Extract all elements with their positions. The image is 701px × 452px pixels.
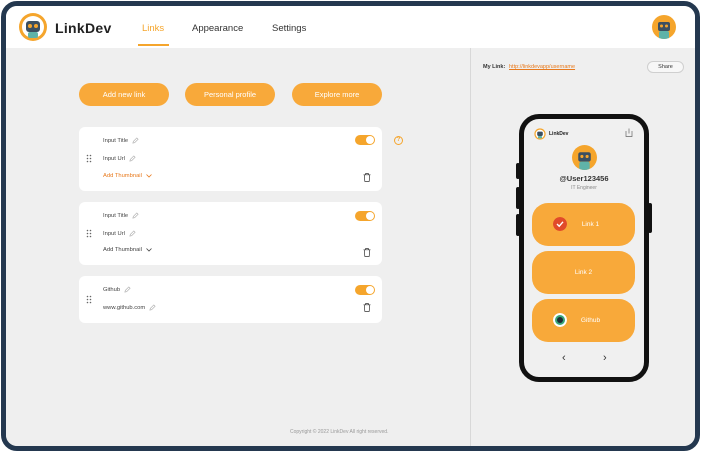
link-url-field[interactable]: Input Url [103, 230, 136, 237]
link-enabled-toggle[interactable] [355, 135, 375, 145]
active-tab-indicator [138, 44, 169, 46]
link-url-text: www.github.com [103, 304, 146, 311]
link-url-field[interactable]: www.github.com [103, 304, 156, 311]
pencil-icon[interactable] [124, 286, 131, 293]
link-enabled-toggle[interactable] [355, 285, 375, 295]
link-url-text: Input Url [103, 230, 125, 237]
link-title-text: Github [103, 286, 121, 293]
profile-avatar [572, 145, 597, 170]
trash-icon[interactable] [363, 303, 371, 312]
explore-more-button[interactable]: Explore more [292, 83, 382, 106]
pencil-icon[interactable] [129, 155, 136, 162]
add-new-link-button[interactable]: Add new link [79, 83, 169, 106]
phone-brand-name: LinkDev [549, 131, 569, 137]
add-thumbnail-label: Add Thumbnail [103, 247, 142, 253]
next-arrow-icon[interactable]: › [603, 352, 607, 364]
user-avatar[interactable] [652, 15, 676, 39]
drag-handle-icon[interactable] [86, 295, 92, 304]
link-title-field[interactable]: Input Title [103, 212, 139, 219]
add-thumbnail-label: Add Thumbnail [103, 173, 142, 179]
copyright-text: Copyright © 2022 LinkDev All right reser… [290, 429, 389, 435]
phone-preview: LinkDev @User123456 IT Engineer Link 1 L… [519, 114, 649, 382]
preview-link-button-2[interactable]: Link 2 [532, 251, 635, 294]
link-url-field[interactable]: Input Url [103, 155, 136, 162]
preview-link-label: Link 2 [574, 269, 593, 276]
trash-icon[interactable] [363, 173, 371, 182]
trash-icon[interactable] [363, 248, 371, 257]
previous-arrow-icon[interactable]: ‹ [562, 352, 566, 364]
link-card-3: Github www.github.com [79, 276, 382, 323]
share-icon[interactable] [625, 128, 633, 137]
robot-avatar-icon [578, 152, 591, 170]
drag-handle-icon[interactable] [86, 229, 92, 238]
preview-link-label: Github [580, 317, 601, 324]
logo-icon [19, 13, 47, 41]
app-frame: LinkDev Links Appearance Settings Add ne… [1, 1, 700, 451]
links-editor-panel: Add new link Personal profile Explore mo… [6, 48, 470, 446]
logo-icon [534, 128, 546, 140]
app-name: LinkDev [55, 20, 112, 36]
share-button[interactable]: Share [647, 61, 684, 73]
chevron-down-icon [146, 174, 152, 178]
question-icon[interactable]: ? [394, 136, 403, 145]
personal-profile-button[interactable]: Personal profile [185, 83, 275, 106]
link-url-text: Input Url [103, 155, 125, 162]
pencil-icon[interactable] [149, 304, 156, 311]
pencil-icon[interactable] [132, 212, 139, 219]
my-link-url[interactable]: http://linkdevapp/username [509, 64, 575, 70]
link-title-text: Input Title [103, 212, 129, 219]
profile-username: @User123456 [559, 174, 609, 183]
drag-handle-icon[interactable] [86, 154, 92, 163]
tab-links[interactable]: Links [142, 23, 164, 34]
link-enabled-toggle[interactable] [355, 211, 375, 221]
tab-settings[interactable]: Settings [272, 23, 306, 34]
add-thumbnail-dropdown[interactable]: Add Thumbnail [103, 173, 152, 179]
preview-link-label: Link 1 [581, 221, 600, 228]
add-thumbnail-dropdown[interactable]: Add Thumbnail [103, 247, 152, 253]
profile-role: IT Engineer [571, 185, 597, 191]
pencil-icon[interactable] [129, 230, 136, 237]
preview-link-button-1[interactable]: Link 1 [532, 203, 635, 246]
link-title-field[interactable]: Github [103, 286, 131, 293]
robot-avatar-icon [658, 22, 670, 39]
chevron-down-icon [146, 248, 152, 252]
preview-link-button-3[interactable]: Github [532, 299, 635, 342]
link-card-2: Input Title Input Url Add Thumbnail [79, 202, 382, 265]
link-title-field[interactable]: Input Title [103, 137, 139, 144]
preview-panel: My Link: http://linkdevapp/username Shar… [471, 48, 695, 446]
pencil-icon[interactable] [132, 137, 139, 144]
link-title-text: Input Title [103, 137, 129, 144]
tab-appearance[interactable]: Appearance [192, 23, 243, 34]
top-navigation-bar: LinkDev Links Appearance Settings [6, 6, 695, 48]
my-link-label: My Link: [483, 64, 506, 70]
link-card-1: Input Title Input Url Add Thumbnail [79, 127, 382, 191]
